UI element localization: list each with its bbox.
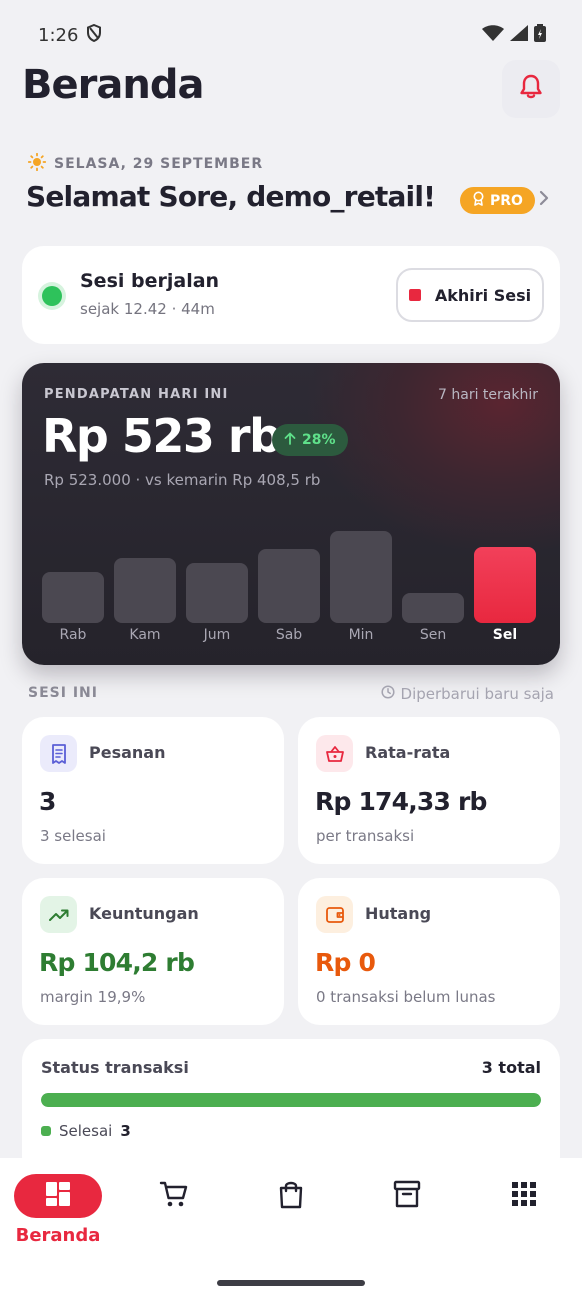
stat-title: Hutang bbox=[365, 904, 432, 923]
transaction-progress-track bbox=[41, 1093, 541, 1107]
stat-card-debt[interactable]: Hutang Rp 0 0 transaksi belum lunas bbox=[298, 878, 560, 1025]
basket-icon bbox=[316, 735, 353, 772]
receipt-icon bbox=[40, 735, 77, 772]
revenue-detail: Rp 523.000 · vs kemarin Rp 408,5 rb bbox=[44, 471, 321, 489]
bell-icon bbox=[519, 74, 543, 104]
stat-subtitle: 3 selesai bbox=[40, 827, 106, 845]
chart-label: Jum bbox=[203, 627, 231, 643]
nav-item-orders[interactable] bbox=[247, 1174, 335, 1218]
stat-title: Pesanan bbox=[89, 743, 166, 762]
wifi-icon bbox=[482, 25, 504, 45]
dashboard-icon bbox=[45, 1181, 71, 1211]
stat-subtitle: per transaksi bbox=[316, 827, 415, 845]
session-live-indicator bbox=[42, 286, 62, 306]
shopping-bag-icon bbox=[277, 1179, 305, 1213]
stat-card-average[interactable]: Rata-rata Rp 174,33 rb per transaksi bbox=[298, 717, 560, 864]
legend-dot bbox=[41, 1126, 51, 1136]
session-title: Sesi berjalan bbox=[80, 270, 220, 292]
stat-title: Rata-rata bbox=[365, 743, 451, 762]
clock-icon bbox=[380, 685, 395, 703]
sun-icon bbox=[27, 152, 47, 175]
chart-bar-jum[interactable] bbox=[186, 563, 248, 623]
nav-item-more[interactable] bbox=[480, 1174, 568, 1218]
revenue-period: 7 hari terakhir bbox=[438, 387, 538, 403]
legend-label: Selesai bbox=[59, 1122, 113, 1140]
wallet-icon bbox=[316, 896, 353, 933]
stat-subtitle: 0 transaksi belum lunas bbox=[316, 988, 496, 1006]
signal-icon bbox=[510, 25, 528, 45]
status-icons bbox=[482, 24, 546, 46]
section-label: SESI INI bbox=[28, 685, 98, 701]
greeting-text: Selamat Sore, demo_retail! bbox=[26, 180, 436, 213]
chart-bar-min[interactable] bbox=[330, 531, 392, 623]
stat-value: Rp 0 bbox=[315, 948, 376, 977]
stat-title: Keuntungan bbox=[89, 904, 199, 923]
revenue-change-value: 28% bbox=[302, 432, 336, 448]
updated-indicator: Diperbarui baru saja bbox=[380, 685, 554, 703]
archive-icon bbox=[392, 1179, 422, 1213]
chevron-right-icon[interactable] bbox=[538, 188, 550, 213]
chart-bar-sel[interactable] bbox=[474, 547, 536, 623]
revenue-card[interactable]: PENDAPATAN HARI INI 7 hari terakhir Rp 5… bbox=[22, 363, 560, 665]
shield-icon bbox=[86, 23, 102, 47]
updated-text: Diperbarui baru saja bbox=[400, 685, 554, 703]
chart-bar-rab[interactable] bbox=[42, 572, 104, 623]
chart-bar-kam[interactable] bbox=[114, 558, 176, 623]
date-text: SELASA, 29 SEPTEMBER bbox=[54, 156, 264, 172]
date-row: SELASA, 29 SEPTEMBER bbox=[27, 152, 264, 175]
end-session-button[interactable]: Akhiri Sesi bbox=[396, 268, 544, 322]
battery-icon bbox=[534, 24, 546, 46]
status-time: 1:26 bbox=[38, 25, 79, 46]
chart-label: Kam bbox=[129, 627, 161, 643]
session-card: Sesi berjalan sejak 12.42 · 44m Akhiri S… bbox=[22, 246, 560, 344]
nav-item-inventory[interactable] bbox=[363, 1174, 451, 1218]
award-icon bbox=[472, 191, 485, 210]
notifications-button[interactable] bbox=[502, 60, 560, 118]
chart-label: Sel bbox=[492, 627, 518, 643]
bottom-navigation: Beranda bbox=[0, 1158, 582, 1300]
transaction-progress-fill bbox=[41, 1093, 541, 1107]
revenue-change-badge: 28% bbox=[272, 424, 348, 456]
nav-item-cart[interactable] bbox=[130, 1174, 218, 1218]
chart-bar-sab[interactable] bbox=[258, 549, 320, 623]
stat-card-orders[interactable]: Pesanan 3 3 selesai bbox=[22, 717, 284, 864]
cart-icon bbox=[159, 1179, 189, 1213]
apps-grid-icon bbox=[511, 1181, 537, 1211]
home-indicator[interactable] bbox=[217, 1280, 365, 1286]
end-session-label: Akhiri Sesi bbox=[434, 285, 532, 305]
nav-label-beranda[interactable]: Beranda bbox=[0, 1225, 116, 1246]
stat-value: Rp 104,2 rb bbox=[39, 948, 195, 977]
trend-up-icon bbox=[40, 896, 77, 933]
session-subtitle: sejak 12.42 · 44m bbox=[80, 300, 215, 318]
stat-value: Rp 174,33 rb bbox=[315, 787, 487, 816]
status-time-group: 1:26 bbox=[38, 23, 102, 47]
page-title: Beranda bbox=[22, 62, 204, 108]
stat-card-profit[interactable]: Keuntungan Rp 104,2 rb margin 19,9% bbox=[22, 878, 284, 1025]
stat-value: 3 bbox=[39, 787, 56, 816]
pro-badge-label: PRO bbox=[490, 192, 523, 209]
legend-count: 3 bbox=[120, 1122, 131, 1140]
chart-label: Min bbox=[348, 627, 374, 643]
chart-label: Sen bbox=[419, 627, 447, 643]
revenue-amount: Rp 523 rb bbox=[42, 409, 282, 463]
transaction-status-total: 3 total bbox=[481, 1058, 541, 1077]
stat-subtitle: margin 19,9% bbox=[40, 988, 146, 1006]
transaction-status-title: Status transaksi bbox=[41, 1058, 189, 1077]
pro-badge[interactable]: PRO bbox=[460, 187, 535, 214]
stop-icon bbox=[408, 289, 421, 301]
system-status-bar: 1:26 bbox=[0, 0, 582, 70]
nav-item-beranda[interactable] bbox=[14, 1174, 102, 1218]
transaction-legend: Selesai 3 bbox=[41, 1122, 131, 1140]
arrow-up-icon bbox=[284, 432, 296, 449]
revenue-label: PENDAPATAN HARI INI bbox=[44, 387, 229, 402]
revenue-bar-chart bbox=[42, 513, 540, 623]
chart-bar-sen[interactable] bbox=[402, 593, 464, 623]
chart-label: Sab bbox=[275, 627, 303, 643]
chart-label: Rab bbox=[59, 627, 87, 643]
